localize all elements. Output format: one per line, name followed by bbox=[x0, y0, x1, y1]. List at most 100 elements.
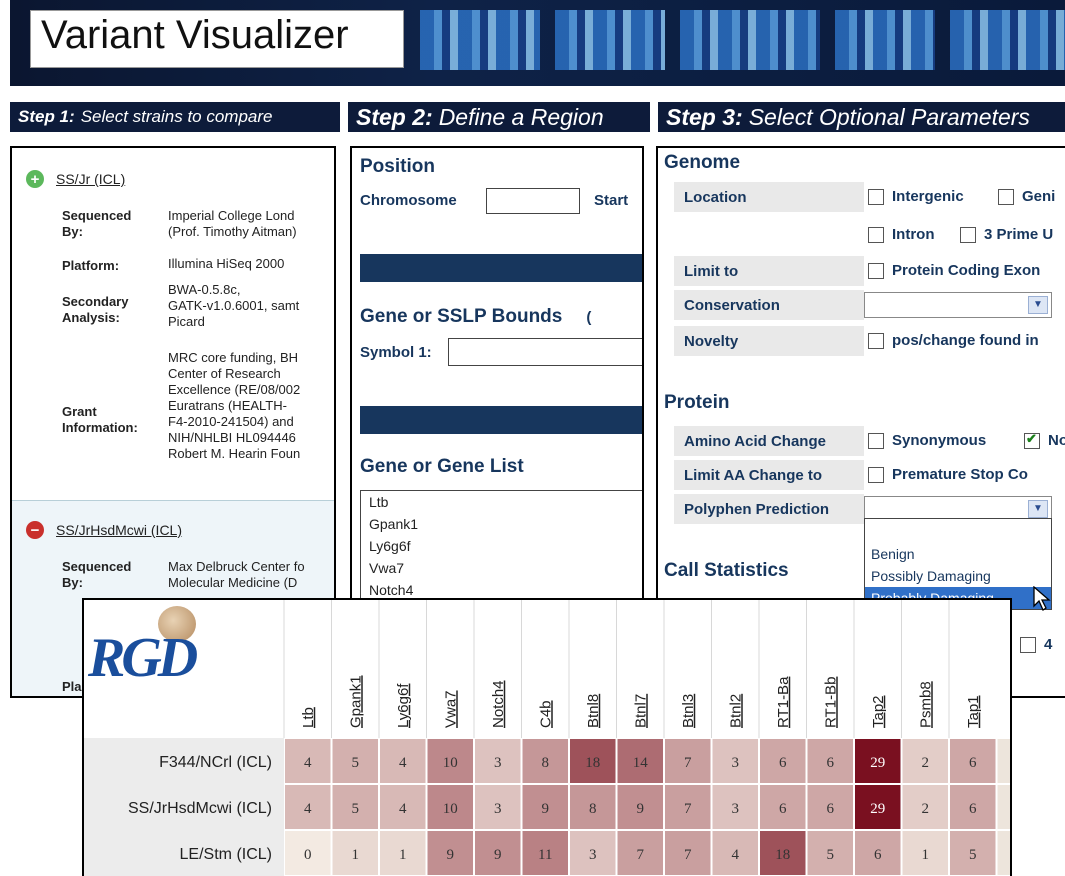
heatmap-cell-value: 18 bbox=[585, 755, 600, 771]
variant-heatmap: Ltb Gpank1 Ly6g6f Vwa7 Notch4 C4b Btnl8 Btnl7 Bt… bbox=[84, 600, 1010, 876]
step3-header: Step 3: Select Optional Parameters bbox=[658, 102, 1065, 132]
protein-coding-checkbox[interactable] bbox=[868, 262, 884, 279]
step2-header: Step 2: Define a Region bbox=[348, 102, 650, 132]
heatmap-cell-value: 10 bbox=[443, 755, 458, 771]
polyphen-option[interactable]: Benign bbox=[865, 543, 1051, 565]
field-label: Secondary Analysis: bbox=[62, 294, 129, 325]
heatmap-cell-partial bbox=[997, 739, 1010, 783]
gene-column-label: Notch4 bbox=[490, 680, 507, 728]
nonsynonymous-option[interactable]: No bbox=[1024, 431, 1065, 449]
limit-aa-row: Limit AA Change to bbox=[674, 460, 864, 490]
location-row: Location bbox=[674, 182, 864, 212]
intergenic-option[interactable]: Intergenic bbox=[868, 188, 964, 205]
chevron-down-icon[interactable]: ▼ bbox=[1028, 296, 1048, 314]
field-value: Illumina HiSeq 2000 bbox=[168, 256, 285, 271]
gene-column-label: C4b bbox=[537, 700, 554, 728]
three-prime-option[interactable]: 3 Prime U bbox=[960, 226, 1053, 243]
heatmap-window: RGD Ltb Gpank1 Ly6g6f Vwa7 Notch4 C4b Btnl8 Btn… bbox=[82, 598, 1012, 876]
bounds-suffix: ( bbox=[586, 309, 592, 326]
polyphen-option[interactable]: Possibly Damaging bbox=[865, 565, 1051, 587]
add-icon[interactable]: + bbox=[26, 170, 44, 188]
chevron-down-icon[interactable]: ▼ bbox=[1028, 500, 1048, 518]
heatmap-cell-value: 6 bbox=[969, 801, 977, 817]
field-value: Imperial College Lond (Prof. Timothy Ait… bbox=[168, 208, 297, 239]
heatmap-cell-value: 5 bbox=[827, 847, 835, 863]
genic-checkbox[interactable] bbox=[998, 188, 1014, 205]
heatmap-cell-value: 8 bbox=[589, 801, 597, 817]
polyphen-dropdown[interactable]: Benign Possibly Damaging Probably Damagi… bbox=[864, 518, 1052, 610]
heatmap-cell-value: 1 bbox=[352, 847, 360, 863]
heatmap-cell-value: 0 bbox=[304, 847, 312, 863]
heatmap-cell-value: 10 bbox=[443, 801, 458, 817]
section-divider bbox=[360, 254, 642, 282]
gene-list-textarea[interactable]: Ltb Gpank1 Ly6g6f Vwa7 Notch4 bbox=[360, 490, 642, 608]
strain-row-label: LE/Stm (ICL) bbox=[180, 846, 272, 863]
step2-text: Define a Region bbox=[438, 103, 604, 130]
strain-item[interactable]: + SS/Jr (ICL) bbox=[26, 170, 125, 188]
protein-coding-label: Protein Coding Exon bbox=[892, 262, 1041, 279]
heatmap-cell-value: 6 bbox=[969, 755, 977, 771]
strain-link[interactable]: SS/JrHsdMcwi (ICL) bbox=[56, 522, 182, 538]
call-stats-checkbox[interactable] bbox=[1020, 636, 1036, 653]
heatmap-cell-value: 11 bbox=[538, 847, 552, 863]
gene-column-label: Btnl8 bbox=[585, 694, 602, 728]
heatmap-cell-value: 3 bbox=[589, 847, 597, 863]
strain-row-label: SS/JrHsdMcwi (ICL) bbox=[128, 800, 272, 817]
synonymous-option[interactable]: Synonymous bbox=[868, 432, 986, 449]
heatmap-cell-value: 2 bbox=[922, 801, 930, 817]
protein-heading: Protein bbox=[664, 392, 730, 413]
premature-stop-checkbox[interactable] bbox=[868, 466, 884, 483]
heatmap-cell-value: 6 bbox=[827, 801, 835, 817]
genic-option[interactable]: Geni bbox=[998, 188, 1055, 205]
field-label: Platform: bbox=[62, 258, 120, 273]
region-panel: Position Chromosome Start Gene or SSLP B… bbox=[350, 146, 644, 610]
mouse-cursor-icon bbox=[1033, 586, 1051, 611]
gene-list-item: Ltb bbox=[369, 494, 389, 510]
symbol1-input[interactable] bbox=[448, 338, 642, 366]
step1-number: Step 1: bbox=[18, 107, 75, 126]
nonsynonymous-checkbox[interactable] bbox=[1024, 431, 1040, 449]
novelty-option[interactable]: pos/change found in bbox=[868, 332, 1039, 349]
gene-list-item: Vwa7 bbox=[369, 560, 405, 576]
synonymous-checkbox[interactable] bbox=[868, 432, 884, 449]
gene-list-heading: Gene or Gene List bbox=[360, 456, 524, 477]
remove-icon[interactable]: − bbox=[26, 521, 44, 539]
banner-dna-graphic bbox=[420, 10, 540, 70]
heatmap-cell-value: 6 bbox=[779, 801, 787, 817]
intron-checkbox[interactable] bbox=[868, 226, 884, 243]
intron-option[interactable]: Intron bbox=[868, 226, 935, 243]
intergenic-checkbox[interactable] bbox=[868, 188, 884, 205]
premature-stop-option[interactable]: Premature Stop Co bbox=[868, 466, 1028, 483]
genic-label: Geni bbox=[1022, 188, 1056, 205]
field-value: MRC core funding, BH Center of Research … bbox=[168, 350, 301, 461]
call-stats-option[interactable]: 4 bbox=[1020, 636, 1052, 653]
strain-item[interactable]: − SS/JrHsdMcwi (ICL) bbox=[26, 521, 182, 539]
protein-coding-option[interactable]: Protein Coding Exon bbox=[868, 262, 1040, 279]
conservation-select[interactable]: ▼ bbox=[864, 292, 1052, 318]
heatmap-cell-value: 9 bbox=[447, 847, 455, 863]
strain-link[interactable]: SS/Jr (ICL) bbox=[56, 171, 125, 187]
field-label: Sequenced By: bbox=[62, 559, 132, 590]
gene-column-label: Ly6g6f bbox=[395, 683, 412, 728]
genome-heading: Genome bbox=[664, 152, 741, 173]
heatmap-cell-value: 5 bbox=[969, 847, 977, 863]
heatmap-cell-value: 5 bbox=[352, 755, 360, 771]
banner-dna-graphic bbox=[950, 10, 1065, 70]
heatmap-cell-value: 4 bbox=[732, 847, 740, 863]
chromosome-input[interactable] bbox=[486, 188, 580, 214]
bounds-title: Gene or SSLP Bounds bbox=[360, 306, 563, 327]
heatmap-cell-value: 14 bbox=[633, 755, 649, 771]
gene-column-label: Btnl3 bbox=[680, 694, 697, 728]
banner-dna-graphic bbox=[680, 10, 820, 70]
symbol1-label: Symbol 1: bbox=[360, 344, 432, 361]
gene-column-label: Psmb8 bbox=[917, 681, 934, 728]
gene-column-label: Tap1 bbox=[965, 695, 982, 728]
heatmap-cell-partial bbox=[997, 831, 1010, 875]
aa-change-row: Amino Acid Change bbox=[674, 426, 864, 456]
heatmap-cell-value: 9 bbox=[494, 847, 502, 863]
heatmap-cell-value: 1 bbox=[399, 847, 407, 863]
three-prime-checkbox[interactable] bbox=[960, 226, 976, 243]
heatmap-cell-value: 4 bbox=[399, 801, 407, 817]
novelty-checkbox[interactable] bbox=[868, 332, 884, 349]
heatmap-cell-value: 4 bbox=[399, 755, 407, 771]
